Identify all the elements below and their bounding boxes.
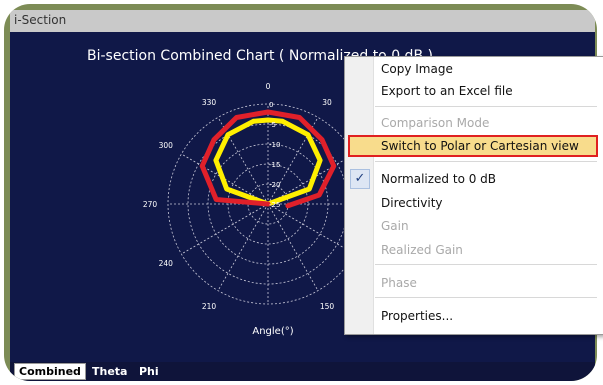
menu-separator [375, 297, 597, 298]
menu-separator [375, 264, 597, 265]
grid-spoke [181, 203, 269, 255]
angle-tick-label: 150 [320, 302, 335, 311]
menu-item-label: Phase [381, 276, 417, 290]
window-titlebar: i-Section [10, 10, 595, 32]
angle-tick-label: 240 [159, 259, 174, 268]
menu-item-export-excel[interactable]: Export to an Excel file [345, 80, 603, 102]
menu-item-label: Switch to Polar or Cartesian view [381, 139, 579, 153]
menu-item-directivity[interactable]: Directivity [345, 192, 603, 214]
menu-item-label: Realized Gain [381, 243, 463, 257]
menu-separator [375, 161, 597, 162]
tab-theta[interactable]: Theta [88, 364, 131, 379]
radial-tick-label: 0 [269, 101, 273, 109]
radial-tick-label: -5 [269, 121, 276, 129]
radial-tick-label: -20 [269, 181, 280, 189]
grid-spoke [267, 203, 355, 255]
menu-item-phase: Phase [345, 272, 603, 294]
angle-tick-label: 30 [322, 98, 332, 107]
menu-item-label: Comparison Mode [381, 116, 490, 130]
angle-tick-label: 270 [143, 200, 158, 209]
context-menu: Copy Image Export to an Excel file Compa… [344, 56, 603, 335]
angle-tick-label: 300 [159, 141, 174, 150]
tab-phi[interactable]: Phi [135, 364, 163, 379]
tab-bar: Combined Theta Phi [10, 362, 595, 381]
checkmark-icon: ✓ [350, 169, 370, 189]
menu-item-normalized[interactable]: ✓ Normalized to 0 dB [345, 168, 603, 190]
menu-item-properties[interactable]: Properties... [345, 305, 603, 327]
menu-separator [375, 106, 597, 107]
radial-tick-label: -25 [269, 201, 280, 209]
menu-item-label: Copy Image [381, 62, 453, 76]
grid-spoke [217, 203, 269, 291]
axis-label: Angle(°) [252, 326, 293, 337]
menu-item-label: Directivity [381, 196, 443, 210]
menu-item-label: Export to an Excel file [381, 84, 513, 98]
menu-item-copy-image[interactable]: Copy Image [345, 58, 603, 80]
menu-item-comparison-mode: Comparison Mode [345, 112, 603, 134]
menu-item-switch-polar-cartesian[interactable]: Switch to Polar or Cartesian view [348, 135, 598, 157]
menu-item-label: Gain [381, 219, 409, 233]
angle-tick-label: 210 [202, 302, 217, 311]
menu-item-label: Properties... [381, 309, 454, 323]
angle-tick-label: 330 [202, 98, 217, 107]
radial-tick-label: -10 [269, 141, 280, 149]
window-title: i-Section [14, 13, 67, 27]
grid-spoke [267, 203, 319, 291]
menu-item-label: Normalized to 0 dB [381, 172, 497, 186]
angle-tick-label: 0 [266, 82, 271, 91]
menu-item-gain: Gain [345, 215, 603, 237]
radial-tick-label: -15 [269, 161, 280, 169]
tab-combined[interactable]: Combined [14, 363, 86, 380]
menu-item-realized-gain: Realized Gain [345, 239, 603, 261]
